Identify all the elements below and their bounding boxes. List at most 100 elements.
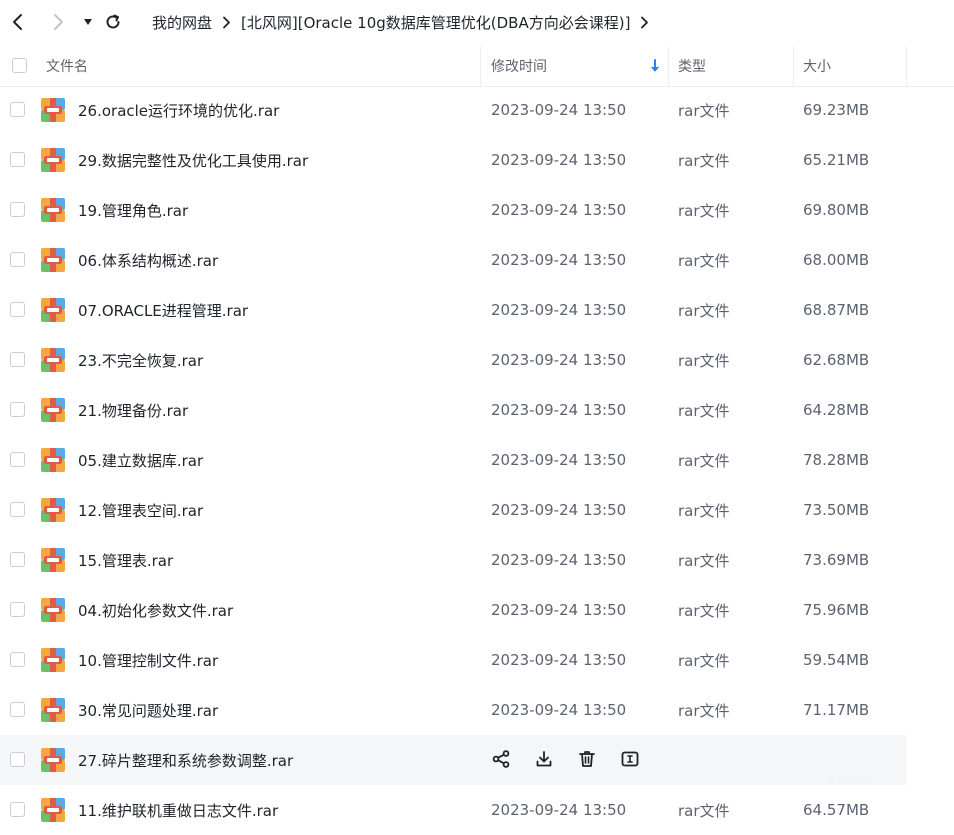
column-divider[interactable] bbox=[906, 46, 907, 86]
modified-time: 2023-09-24 13:50 bbox=[491, 251, 627, 269]
file-type: rar文件 bbox=[678, 451, 730, 470]
row-checkbox[interactable] bbox=[10, 302, 25, 317]
row-checkbox[interactable] bbox=[10, 602, 25, 617]
modified-time: 2023-09-24 13:50 bbox=[491, 701, 627, 719]
refresh-icon bbox=[106, 14, 120, 29]
rar-file-icon bbox=[40, 247, 66, 273]
column-header-type[interactable]: 类型 bbox=[678, 46, 706, 86]
file-name[interactable]: 27.碎片整理和系统参数调整.rar bbox=[78, 735, 293, 785]
row-checkbox[interactable] bbox=[10, 202, 25, 217]
rar-file-icon bbox=[40, 147, 66, 173]
row-checkbox[interactable] bbox=[10, 802, 25, 817]
row-checkbox[interactable] bbox=[10, 352, 25, 367]
column-divider[interactable] bbox=[668, 46, 669, 86]
row-checkbox[interactable] bbox=[10, 452, 25, 467]
modified-time: 2023-09-24 13:50 bbox=[491, 351, 627, 369]
column-header-modified[interactable]: 修改时间 bbox=[491, 46, 547, 86]
table-row[interactable]: 11.维护联机重做日志文件.rar 2023-09-24 13:50 rar文件 64… bbox=[0, 785, 906, 835]
modified-time: 2023-09-24 13:50 bbox=[491, 401, 627, 419]
table-row[interactable]: 26.oracle运行环境的优化.rar 2023-09-24 13:50 rar文… bbox=[0, 85, 906, 135]
table-header: 文件名 修改时间 类型 大小 bbox=[0, 46, 954, 87]
refresh-button[interactable] bbox=[101, 9, 125, 35]
file-type: rar文件 bbox=[678, 251, 730, 270]
file-type: rar文件 bbox=[678, 351, 730, 370]
history-dropdown-button[interactable] bbox=[76, 9, 100, 35]
row-checkbox[interactable] bbox=[10, 752, 25, 767]
column-divider[interactable] bbox=[480, 46, 481, 86]
forward-button[interactable] bbox=[46, 9, 70, 35]
table-row[interactable]: 23.不完全恢复.rar 2023-09-24 13:50 rar文件 62.68MB bbox=[0, 335, 906, 385]
table-row[interactable]: 07.ORACLE进程管理.rar 2023-09-24 13:50 rar文件 68… bbox=[0, 285, 906, 335]
modified-time: 2023-09-24 13:50 bbox=[491, 101, 627, 119]
table-row[interactable]: 29.数据完整性及优化工具使用.rar 2023-09-24 13:50 rar文件… bbox=[0, 135, 906, 185]
column-header-name[interactable]: 文件名 bbox=[46, 46, 88, 86]
share-button[interactable] bbox=[490, 748, 512, 770]
chevron-right-icon bbox=[54, 14, 63, 30]
file-size: 68.87MB bbox=[803, 301, 870, 319]
file-name[interactable]: 11.维护联机重做日志文件.rar bbox=[78, 785, 278, 835]
file-name[interactable]: 26.oracle运行环境的优化.rar bbox=[78, 85, 279, 135]
file-name[interactable]: 12.管理表空间.rar bbox=[78, 485, 203, 535]
select-all-checkbox[interactable] bbox=[12, 58, 27, 73]
download-button[interactable] bbox=[533, 748, 555, 770]
row-checkbox[interactable] bbox=[10, 552, 25, 567]
modified-time: 2023-09-24 13:50 bbox=[491, 151, 627, 169]
row-checkbox[interactable] bbox=[10, 502, 25, 517]
row-actions bbox=[490, 748, 641, 770]
file-size: 62.68MB bbox=[803, 351, 870, 369]
row-checkbox[interactable] bbox=[10, 252, 25, 267]
table-row[interactable]: 15.管理表.rar 2023-09-24 13:50 rar文件 73.69MB bbox=[0, 535, 906, 585]
breadcrumb: 我的网盘 [北风网][Oracle 10g数据库管理优化(DBA方向必会课程)] bbox=[152, 11, 659, 33]
breadcrumb-folder[interactable]: [北风网][Oracle 10g数据库管理优化(DBA方向必会课程)] bbox=[241, 12, 630, 33]
file-name[interactable]: 15.管理表.rar bbox=[78, 535, 173, 585]
file-name[interactable]: 07.ORACLE进程管理.rar bbox=[78, 285, 248, 335]
file-type: rar文件 bbox=[678, 801, 730, 820]
breadcrumb-root[interactable]: 我的网盘 bbox=[152, 12, 212, 33]
file-size: 78.28MB bbox=[803, 451, 870, 469]
table-row[interactable]: 10.管理控制文件.rar 2023-09-24 13:50 rar文件 59.54M… bbox=[0, 635, 906, 685]
file-size: 69.80MB bbox=[803, 201, 870, 219]
download-icon bbox=[534, 749, 554, 769]
table-row[interactable]: 21.物理备份.rar 2023-09-24 13:50 rar文件 64.28MB bbox=[0, 385, 906, 435]
chevron-right-icon bbox=[222, 16, 231, 29]
file-type: rar文件 bbox=[678, 501, 730, 520]
rar-file-icon bbox=[40, 397, 66, 423]
file-name[interactable]: 29.数据完整性及优化工具使用.rar bbox=[78, 135, 308, 185]
column-header-size[interactable]: 大小 bbox=[803, 46, 831, 86]
file-name[interactable]: 21.物理备份.rar bbox=[78, 385, 188, 435]
row-checkbox[interactable] bbox=[10, 702, 25, 717]
delete-button[interactable] bbox=[576, 748, 598, 770]
file-name[interactable]: 04.初始化参数文件.rar bbox=[78, 585, 233, 635]
file-type: rar文件 bbox=[678, 101, 730, 120]
table-row[interactable]: 27.碎片整理和系统参数调整.rar bbox=[0, 735, 906, 785]
rar-file-icon bbox=[40, 647, 66, 673]
chevron-right-icon[interactable] bbox=[640, 16, 649, 29]
column-divider[interactable] bbox=[793, 46, 794, 86]
sort-indicator[interactable] bbox=[650, 46, 660, 86]
table-row[interactable]: 12.管理表空间.rar 2023-09-24 13:50 rar文件 73.50MB bbox=[0, 485, 906, 535]
row-checkbox[interactable] bbox=[10, 152, 25, 167]
file-name[interactable]: 05.建立数据库.rar bbox=[78, 435, 203, 485]
file-name[interactable]: 30.常见问题处理.rar bbox=[78, 685, 218, 735]
file-name[interactable]: 23.不完全恢复.rar bbox=[78, 335, 203, 385]
file-name[interactable]: 06.体系结构概述.rar bbox=[78, 235, 218, 285]
table-row[interactable]: 05.建立数据库.rar 2023-09-24 13:50 rar文件 78.28MB bbox=[0, 435, 906, 485]
table-row[interactable]: 06.体系结构概述.rar 2023-09-24 13:50 rar文件 68.00M… bbox=[0, 235, 906, 285]
table-row[interactable]: 04.初始化参数文件.rar 2023-09-24 13:50 rar文件 75.96… bbox=[0, 585, 906, 635]
row-checkbox[interactable] bbox=[10, 652, 25, 667]
rar-file-icon bbox=[40, 547, 66, 573]
table-row[interactable]: 30.常见问题处理.rar 2023-09-24 13:50 rar文件 71.17M… bbox=[0, 685, 906, 735]
back-button[interactable] bbox=[6, 9, 30, 35]
rar-file-icon bbox=[40, 447, 66, 473]
row-checkbox[interactable] bbox=[10, 402, 25, 417]
file-name[interactable]: 10.管理控制文件.rar bbox=[78, 635, 218, 685]
modified-time: 2023-09-24 13:50 bbox=[491, 501, 627, 519]
caret-down-icon bbox=[84, 19, 92, 25]
file-type: rar文件 bbox=[678, 401, 730, 420]
file-name[interactable]: 19.管理角色.rar bbox=[78, 185, 188, 235]
navigation-bar: 我的网盘 [北风网][Oracle 10g数据库管理优化(DBA方向必会课程)] bbox=[0, 0, 954, 44]
arrow-down-icon bbox=[651, 59, 659, 72]
row-checkbox[interactable] bbox=[10, 102, 25, 117]
table-row[interactable]: 19.管理角色.rar 2023-09-24 13:50 rar文件 69.80MB bbox=[0, 185, 906, 235]
rename-button[interactable] bbox=[619, 748, 641, 770]
